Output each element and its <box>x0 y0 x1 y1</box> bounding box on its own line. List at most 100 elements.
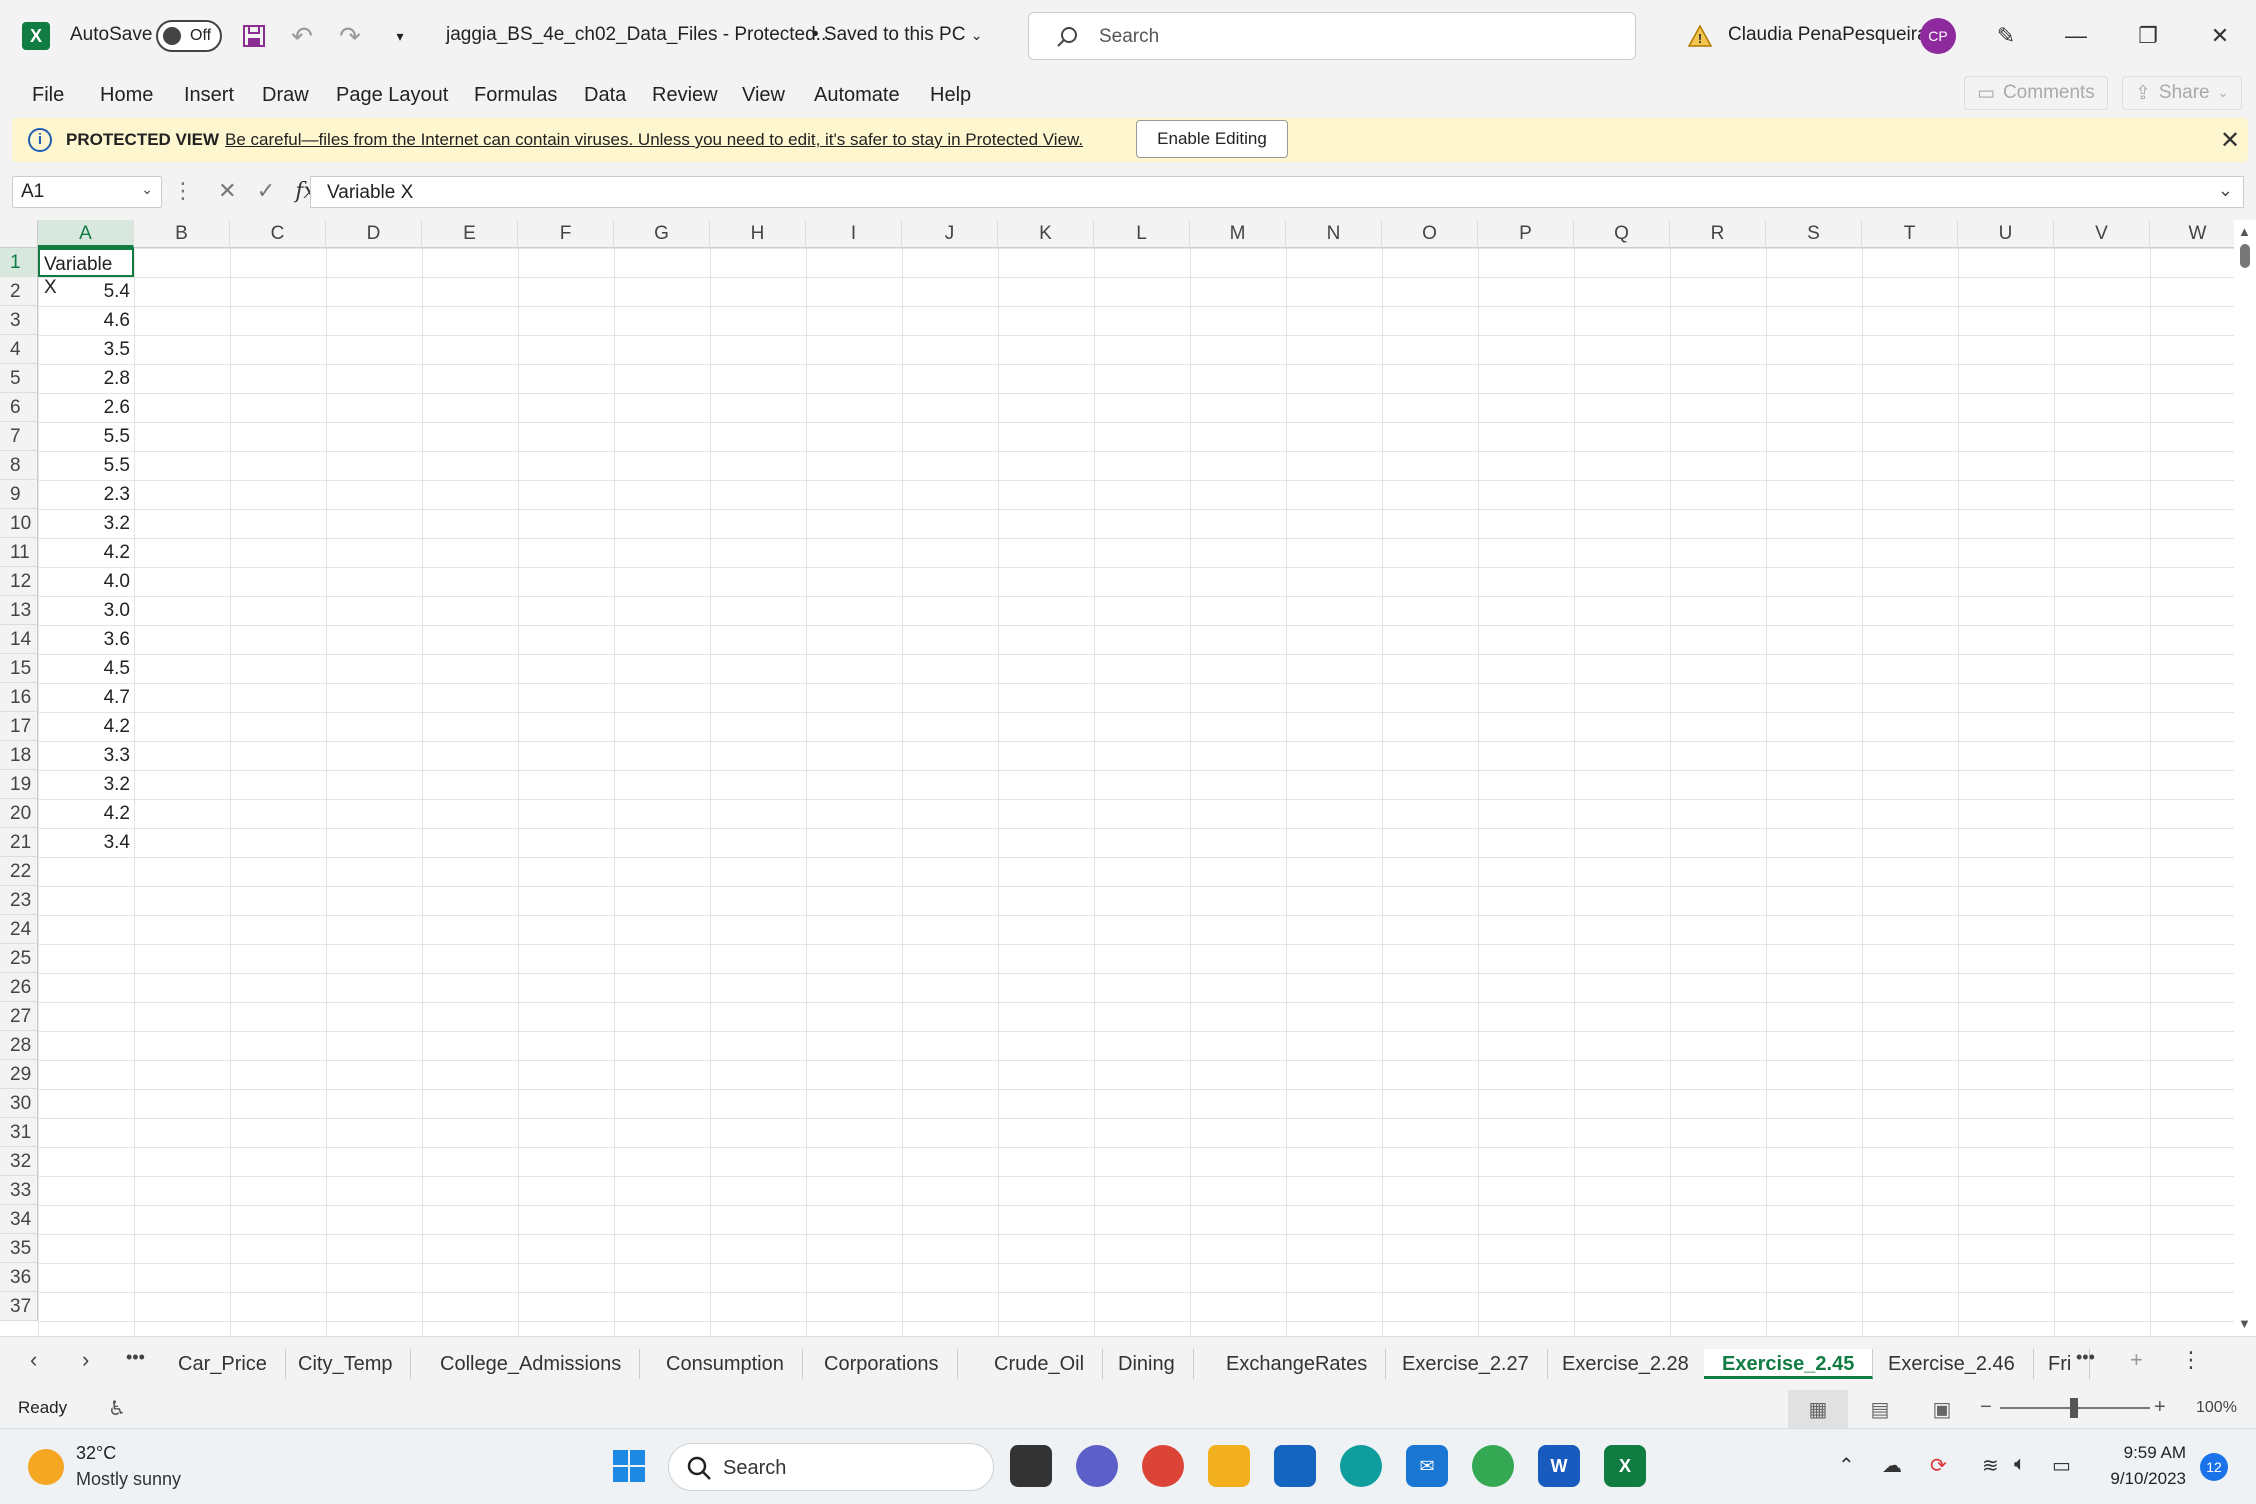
cell-value[interactable]: 4.2 <box>38 538 134 567</box>
row-header[interactable]: 6 <box>0 393 37 422</box>
row-header[interactable]: 29 <box>0 1060 37 1089</box>
add-sheet-icon[interactable]: + <box>2130 1347 2143 1373</box>
cell-value[interactable]: 4.0 <box>38 567 134 596</box>
column-header[interactable]: F <box>518 220 614 248</box>
row-header[interactable]: 35 <box>0 1234 37 1263</box>
row-header[interactable]: 28 <box>0 1031 37 1060</box>
sheet-tab[interactable]: Exercise_2.45 <box>1704 1349 1874 1379</box>
row-header[interactable]: 36 <box>0 1263 37 1292</box>
column-header[interactable]: M <box>1190 220 1286 248</box>
cell-value[interactable]: 2.3 <box>38 480 134 509</box>
row-header[interactable]: 1 <box>0 248 37 277</box>
sheet-tab[interactable]: Exercise_2.46 <box>1870 1349 2034 1379</box>
row-header[interactable]: 8 <box>0 451 37 480</box>
menu-page-layout[interactable]: Page Layout <box>336 84 448 107</box>
scroll-up-icon[interactable]: ▲ <box>2238 224 2251 239</box>
windows-start-icon[interactable] <box>608 1445 650 1487</box>
column-header[interactable]: J <box>902 220 998 248</box>
row-header[interactable]: 7 <box>0 422 37 451</box>
cell-value[interactable]: 2.6 <box>38 393 134 422</box>
warning-icon[interactable]: ! <box>1684 20 1716 52</box>
store-icon[interactable] <box>1274 1445 1316 1487</box>
row-header[interactable]: 21 <box>0 828 37 857</box>
share-button[interactable]: ⇪ Share ⌄ <box>2122 76 2242 110</box>
row-header[interactable]: 30 <box>0 1089 37 1118</box>
row-header[interactable]: 11 <box>0 538 37 567</box>
row-header[interactable]: 20 <box>0 799 37 828</box>
sheet-tab[interactable]: Exercise_2.28 <box>1544 1349 1708 1379</box>
save-icon[interactable] <box>238 20 270 52</box>
sheet-tab[interactable]: Crude_Oil <box>976 1349 1104 1379</box>
pen-icon[interactable]: ✎ <box>1986 16 2026 56</box>
column-header[interactable]: R <box>1670 220 1766 248</box>
zoom-level[interactable]: 100% <box>2196 1399 2237 1417</box>
mail-icon[interactable]: ✉ <box>1406 1445 1448 1487</box>
cell-value[interactable]: 3.0 <box>38 596 134 625</box>
cell-value[interactable]: 5.5 <box>38 451 134 480</box>
cell-value[interactable]: 4.5 <box>38 654 134 683</box>
clock-date[interactable]: 9/10/2023 <box>2086 1469 2186 1489</box>
row-header[interactable]: 24 <box>0 915 37 944</box>
row-header[interactable]: 3 <box>0 306 37 335</box>
cell-value[interactable]: 3.5 <box>38 335 134 364</box>
menu-automate[interactable]: Automate <box>814 84 900 107</box>
sheet-tab[interactable]: Corporations <box>806 1349 958 1379</box>
customize-toolbar-icon[interactable]: ▾ <box>384 20 416 52</box>
column-header[interactable]: K <box>998 220 1094 248</box>
menu-view[interactable]: View <box>742 84 785 107</box>
row-header[interactable]: 15 <box>0 654 37 683</box>
weather-temp[interactable]: 32°C <box>76 1443 116 1464</box>
cell-value[interactable]: 5.5 <box>38 422 134 451</box>
cell-value[interactable]: 3.2 <box>38 770 134 799</box>
cell-value[interactable]: 2.8 <box>38 364 134 393</box>
cell-value[interactable]: 5.4 <box>38 277 134 306</box>
menu-file[interactable]: File <box>32 84 64 107</box>
column-header[interactable]: P <box>1478 220 1574 248</box>
sheet-tab[interactable]: Car_Price <box>160 1349 286 1379</box>
more-tabs-icon[interactable]: ••• <box>126 1347 145 1368</box>
excel-taskbar-icon[interactable]: X <box>1604 1445 1646 1487</box>
sheet-tab[interactable]: ExchangeRates <box>1208 1349 1387 1379</box>
enter-icon[interactable]: ✓ <box>257 178 275 203</box>
menu-review[interactable]: Review <box>652 84 718 107</box>
row-header[interactable]: 33 <box>0 1176 37 1205</box>
menu-draw[interactable]: Draw <box>262 84 309 107</box>
sheet-tab[interactable]: City_Temp <box>280 1349 412 1379</box>
document-title[interactable]: jaggia_BS_4e_ch02_Data_Files - Protected… <box>446 24 832 46</box>
protected-view-message[interactable]: Be careful—files from the Internet can c… <box>225 130 1083 150</box>
sheet-tab[interactable]: Consumption <box>648 1349 803 1379</box>
cell-value[interactable]: 4.7 <box>38 683 134 712</box>
sync-icon[interactable]: ⟳ <box>1930 1453 1947 1478</box>
menu-help[interactable]: Help <box>930 84 971 107</box>
row-header[interactable]: 23 <box>0 886 37 915</box>
row-header[interactable]: 2 <box>0 277 37 306</box>
comments-button[interactable]: ▭ Comments <box>1964 76 2108 110</box>
tab-next-icon[interactable]: › <box>82 1347 89 1373</box>
column-header[interactable]: Q <box>1574 220 1670 248</box>
formula-input[interactable]: Variable X ⌄ <box>310 176 2244 208</box>
close-icon[interactable]: ✕ <box>2200 16 2240 56</box>
column-header[interactable]: O <box>1382 220 1478 248</box>
row-header[interactable]: 17 <box>0 712 37 741</box>
cell-value[interactable]: 4.2 <box>38 799 134 828</box>
name-box[interactable]: A1 ⌄ <box>12 176 162 208</box>
clock-time[interactable]: 9:59 AM <box>2086 1443 2186 1463</box>
battery-icon[interactable]: ▭ <box>2052 1453 2071 1478</box>
row-header[interactable]: 22 <box>0 857 37 886</box>
column-header[interactable]: T <box>1862 220 1958 248</box>
edge-icon[interactable] <box>1340 1445 1382 1487</box>
row-header[interactable]: 27 <box>0 1002 37 1031</box>
search-box[interactable]: Search <box>1028 12 1636 60</box>
row-header[interactable]: 13 <box>0 596 37 625</box>
vertical-scrollbar[interactable]: ▲ ▼ <box>2234 220 2256 1336</box>
row-header[interactable]: 4 <box>0 335 37 364</box>
close-icon[interactable]: ✕ <box>2220 126 2240 155</box>
row-header[interactable]: 34 <box>0 1205 37 1234</box>
column-header[interactable]: H <box>710 220 806 248</box>
row-header[interactable]: 9 <box>0 480 37 509</box>
column-header[interactable]: V <box>2054 220 2150 248</box>
normal-view-icon[interactable]: ▦ <box>1788 1390 1848 1428</box>
column-header[interactable]: D <box>326 220 422 248</box>
autosave-toggle[interactable]: Off <box>156 20 222 52</box>
cells-area[interactable]: Variable X 5.4 4.6 3.5 2.8 2.6 5.5 5.5 2.3 3.2 4.2… <box>38 248 2234 1336</box>
